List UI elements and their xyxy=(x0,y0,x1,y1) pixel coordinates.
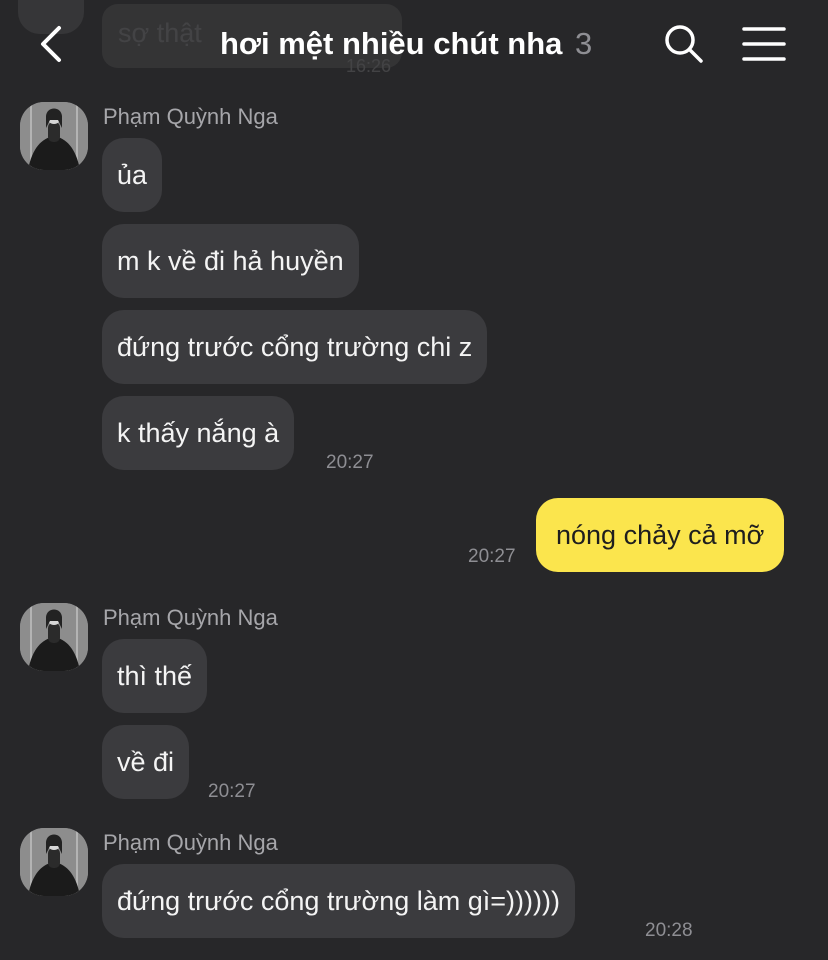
incoming-message-bubble[interactable]: đứng trước cổng trường chi z xyxy=(102,310,488,384)
sender-name: Phạm Quỳnh Nga xyxy=(103,605,278,630)
avatar[interactable] xyxy=(20,828,88,896)
avatar[interactable] xyxy=(20,102,88,170)
incoming-message-bubble[interactable]: m k về đi hả huyền xyxy=(102,224,359,298)
sender-name: Phạm Quỳnh Nga xyxy=(103,104,278,129)
outgoing-message-bubble[interactable]: nóng chảy cả mỡ xyxy=(536,498,785,572)
hamburger-menu-icon xyxy=(742,27,786,61)
chat-header: sợ thật 16:26 hơi mệt nhiều chút nha 3 xyxy=(0,0,828,88)
previous-message-text: sợ thật xyxy=(118,18,202,48)
sender-name: Phạm Quỳnh Nga xyxy=(103,830,278,855)
avatar[interactable] xyxy=(20,603,88,671)
profile-photo-icon xyxy=(20,603,88,671)
incoming-message-bubble[interactable]: ủa xyxy=(102,138,163,212)
message-timestamp: 20:27 xyxy=(326,452,374,473)
message-timestamp: 20:27 xyxy=(208,781,256,802)
chat-title: hơi mệt nhiều chút nha 3 xyxy=(220,24,592,64)
profile-photo-icon xyxy=(20,102,88,170)
incoming-message-bubble[interactable]: đứng trước cổng trường làm gì=)))))) xyxy=(102,864,575,938)
menu-button[interactable] xyxy=(740,24,788,64)
chevron-left-icon xyxy=(41,26,61,62)
incoming-message-bubble[interactable]: k thấy nắng à xyxy=(102,396,295,470)
back-button[interactable] xyxy=(30,20,76,68)
member-count: 3 xyxy=(575,26,593,61)
chat-title-text: hơi mệt nhiều chút nha xyxy=(220,26,563,61)
search-icon xyxy=(665,25,703,63)
incoming-message-bubble[interactable]: về đi xyxy=(102,725,190,799)
profile-photo-icon xyxy=(20,828,88,896)
message-timestamp: 20:27 xyxy=(468,546,516,567)
search-button[interactable] xyxy=(662,22,706,66)
message-timestamp: 20:28 xyxy=(645,920,693,941)
incoming-message-bubble[interactable]: thì thế xyxy=(102,639,208,713)
